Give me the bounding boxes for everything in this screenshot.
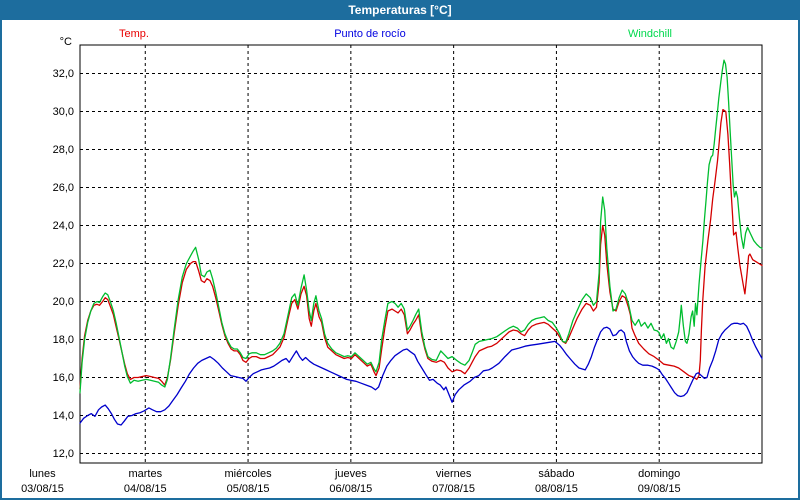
x-axis-date-label: 07/08/15 (409, 483, 499, 495)
x-axis-day-label: domingo (614, 468, 704, 480)
y-axis-tick-label: 22,0 (30, 258, 74, 270)
x-axis-date-label: 08/08/15 (511, 483, 601, 495)
y-axis-tick-label: 14,0 (30, 410, 74, 422)
x-axis-date-label: 09/08/15 (614, 483, 704, 495)
y-axis-unit-label: °C (30, 36, 72, 48)
y-axis-tick-label: 28,0 (30, 144, 74, 156)
legend-item-temp: Temp. (94, 28, 174, 40)
x-axis-date-label: 03/08/15 (0, 483, 87, 495)
x-axis-date-label: 04/08/15 (100, 483, 190, 495)
y-axis-tick-label: 24,0 (30, 220, 74, 232)
y-axis-tick-label: 30,0 (30, 106, 74, 118)
x-axis-day-label: martes (100, 468, 190, 480)
x-axis-date-label: 06/08/15 (306, 483, 396, 495)
y-axis-tick-label: 16,0 (30, 372, 74, 384)
y-axis-tick-label: 26,0 (30, 182, 74, 194)
chart-window: Temperaturas [°C] Temp. Punto de rocío W… (0, 0, 800, 500)
x-axis-day-label: lunes (0, 468, 87, 480)
legend-item-windchill: Windchill (590, 28, 710, 40)
temperature-line-chart (2, 2, 800, 500)
y-axis-tick-label: 12,0 (30, 448, 74, 460)
x-axis-day-label: sábado (511, 468, 601, 480)
x-axis-day-label: miércoles (203, 468, 293, 480)
x-axis-date-label: 05/08/15 (203, 483, 293, 495)
x-axis-day-label: viernes (409, 468, 499, 480)
legend-item-dew-point: Punto de rocío (290, 28, 450, 40)
x-axis-day-label: jueves (306, 468, 396, 480)
y-axis-tick-label: 32,0 (30, 68, 74, 80)
series-line-punto-de-roc-o (80, 323, 762, 425)
y-axis-tick-label: 20,0 (30, 296, 74, 308)
y-axis-tick-label: 18,0 (30, 334, 74, 346)
